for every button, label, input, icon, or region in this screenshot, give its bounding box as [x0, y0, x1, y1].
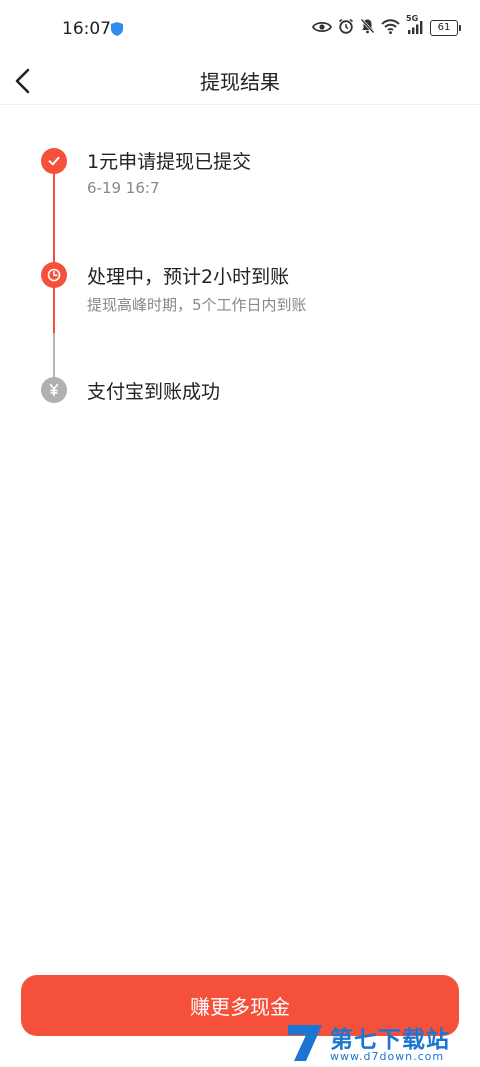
network-type-label: 5G: [406, 13, 419, 23]
watermark: 第七下载站 www.d7down.com: [286, 1020, 450, 1066]
battery-icon: 61: [430, 20, 461, 36]
watermark-brand: 第七下载站: [330, 1027, 450, 1053]
wifi-icon: [381, 18, 400, 38]
yuan-icon: [41, 377, 67, 403]
step-subtitle: 提现高峰时期，5个工作日内到账: [87, 296, 307, 314]
clock-icon: [41, 262, 67, 288]
watermark-logo-icon: [288, 1025, 322, 1061]
status-icons: 5G 61: [311, 14, 461, 38]
step-time: 6-19 16:7: [87, 179, 160, 197]
mute-bell-icon: [360, 18, 375, 38]
alarm-icon: [338, 18, 354, 38]
step-title: 处理中，预计2小时到账: [87, 266, 290, 288]
nav-bar: 提现结果: [0, 58, 480, 105]
status-bar: 16:07 5G 61: [0, 0, 480, 58]
shield-icon: [111, 21, 123, 40]
signal-icon: 5G: [406, 14, 424, 38]
page-title: 提现结果: [200, 70, 280, 94]
timeline-line-done: [53, 161, 55, 333]
watermark-url: www.d7down.com: [330, 1050, 445, 1063]
step-title: 1元申请提现已提交: [87, 151, 252, 173]
step-title: 支付宝到账成功: [87, 381, 221, 403]
eye-icon: [311, 19, 333, 38]
check-icon: [41, 148, 67, 174]
status-time: 16:07: [62, 19, 111, 39]
